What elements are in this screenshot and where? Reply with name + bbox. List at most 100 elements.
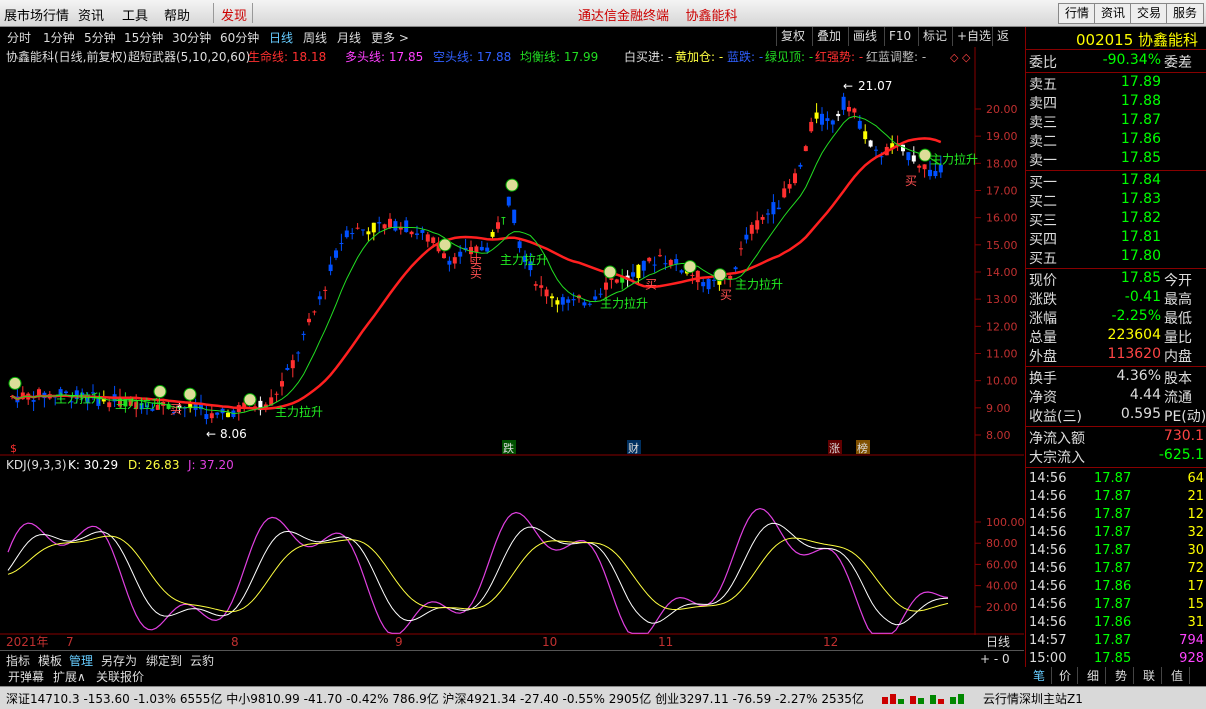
tick-price: 17.87 [1094, 561, 1132, 576]
candle-body [328, 264, 333, 272]
top-button-quotes[interactable]: 行情 [1058, 3, 1097, 24]
menu-news[interactable]: 资讯 [78, 5, 104, 24]
period-tab-intraday[interactable]: 分时 [7, 29, 31, 46]
candle-body [479, 246, 484, 251]
toolbar-back[interactable]: 返回 [992, 27, 1024, 62]
menu-market[interactable]: 展市场行情 [4, 5, 69, 24]
buy-level-row: 买三 17.82 [1026, 210, 1206, 229]
index-status-bar: 深证14710.3 -153.60 -1.03% 6555亿 中小9810.99… [0, 686, 1206, 709]
candle-body [825, 118, 830, 121]
candle-body [652, 264, 657, 266]
tick-tab-link[interactable]: 联 [1137, 667, 1162, 684]
tick-row: 14:56 17.87 21 [1026, 489, 1206, 507]
quote-value: -0.41 [1124, 289, 1161, 305]
divider [1026, 467, 1206, 468]
quote-panel: 002015 协鑫能科 委比 -90.34% 委差 卖五 17.89 卖四 17.88 卖三 1… [1025, 27, 1206, 667]
period-tab-1min[interactable]: 1分钟 [43, 29, 75, 46]
event-marker-fall[interactable]: 跌 [503, 441, 514, 455]
tick-row: 14:56 17.87 32 [1026, 525, 1206, 543]
indicator-tab-bar: 指标 模板 管理 另存为 绑定到 云豹 + - 0 [0, 650, 1024, 668]
candle-body [933, 170, 938, 177]
chart-settings-icon[interactable]: ◇ ◇ [950, 51, 971, 64]
candle-body [285, 367, 290, 370]
stat-row: 涨幅 -2.25% 最低 [1026, 308, 1206, 327]
period-tab-week[interactable]: 周线 [303, 29, 327, 46]
event-marker-finance[interactable]: 财 [628, 441, 639, 455]
candle-body [690, 274, 695, 276]
toolbar-mark[interactable]: 标记 [918, 27, 951, 46]
top-button-news[interactable]: 资讯 [1094, 3, 1133, 24]
menu-tools[interactable]: 工具 [122, 5, 148, 24]
menu-discover[interactable]: 发现 [221, 5, 247, 24]
candle-body [550, 296, 554, 299]
candle-body [404, 220, 409, 233]
kdj-d-value: D: 26.83 [128, 458, 179, 472]
quote-value: 17.89 [1120, 74, 1161, 90]
stat-row: 涨跌 -0.41 最高 [1026, 289, 1206, 308]
period-tab-month[interactable]: 月线 [337, 29, 361, 46]
tick-tab-value[interactable]: 值 [1165, 667, 1190, 684]
quote-label: 卖二 [1029, 134, 1057, 150]
quote-right-label: 最高 [1164, 292, 1192, 308]
quote-label: 卖三 [1029, 115, 1057, 131]
tick-price: 17.86 [1094, 615, 1132, 630]
candle-body [739, 248, 743, 250]
tab-related-quotes[interactable]: 关联报价 [96, 668, 144, 685]
period-tab-60min[interactable]: 60分钟 [220, 29, 259, 46]
money-bag-icon [683, 260, 697, 274]
low-price-annotation: 8.06 [220, 427, 247, 441]
candle-body [841, 96, 846, 110]
candle-body [906, 152, 911, 161]
toolbar-add-watchlist[interactable]: +自选 [952, 27, 995, 46]
period-tab-15min[interactable]: 15分钟 [124, 29, 163, 46]
sell-level-row: 卖二 17.86 [1026, 131, 1206, 150]
tick-price: 17.87 [1094, 525, 1132, 540]
quote-label: 买四 [1029, 232, 1057, 248]
money-bag-icon [438, 238, 452, 252]
zoom-controls[interactable]: + - 0 [980, 652, 1010, 666]
x-label-sep: 9 [395, 635, 403, 649]
period-tab-5min[interactable]: 5分钟 [84, 29, 116, 46]
toolbar-restore-right[interactable]: 复权 [776, 27, 809, 46]
stat-row: 现价 17.85 今开 [1026, 270, 1206, 289]
blue-signal-label: 蓝跌: - [727, 49, 763, 64]
server-status: 云行情深圳主站Z1 [983, 692, 1083, 706]
menu-help[interactable]: 帮助 [164, 5, 190, 24]
candle-body [928, 169, 932, 177]
tick-tab-detail[interactable]: 细 [1081, 667, 1106, 684]
period-tab-more[interactable]: 更多 > [371, 29, 409, 46]
tick-tab-price[interactable]: 价 [1053, 667, 1078, 684]
tab-extend[interactable]: 扩展∧ [53, 668, 86, 685]
period-tab-day[interactable]: 日线 [269, 29, 293, 46]
kline-chart[interactable]: 20.00 19.00 18.00 17.00 16.00 15.00 14.00 13.00… [0, 47, 1024, 650]
tick-row: 14:56 17.87 30 [1026, 543, 1206, 561]
tab-bullet-comments[interactable]: 开弹幕 [8, 668, 44, 685]
toolbar-f10[interactable]: F10 [884, 27, 915, 46]
buy-level-row: 买一 17.84 [1026, 172, 1206, 191]
tick-tab-trend[interactable]: 势 [1109, 667, 1134, 684]
event-marker-rank[interactable]: 榜 [857, 441, 868, 455]
candle-body [517, 241, 522, 249]
quote-right-label: 内盘 [1164, 349, 1192, 365]
candle-body [922, 164, 927, 170]
quote-value: 17.88 [1120, 93, 1161, 109]
candle-body [506, 196, 511, 206]
event-marker-rise[interactable]: 涨 [829, 442, 840, 455]
price-tick-label: 8.00 [986, 429, 1011, 442]
period-tab-30min[interactable]: 30分钟 [172, 29, 211, 46]
weibi-row: 委比 -90.34% 委差 [1026, 52, 1206, 71]
candle-body [836, 113, 841, 117]
kdj-tick-label: 60.00 [986, 558, 1018, 571]
kdj-k-value: K: 30.29 [68, 458, 118, 472]
flow-row: 大宗流入 -625.1 [1026, 447, 1206, 466]
toolbar-overlay[interactable]: 叠加 [812, 27, 845, 46]
candle-body [787, 184, 792, 189]
cash-event-marker[interactable]: $ [10, 442, 17, 455]
toolbar-draw[interactable]: 画线 [848, 27, 881, 46]
quote-label: 涨幅 [1029, 311, 1057, 327]
kdj-j-value: J: 37.20 [187, 458, 234, 472]
top-button-trade[interactable]: 交易 [1130, 3, 1169, 24]
quote-value: 4.36% [1116, 368, 1161, 384]
top-button-service[interactable]: 服务 [1166, 3, 1205, 24]
tick-tab-trades[interactable]: 笔 [1027, 667, 1052, 684]
